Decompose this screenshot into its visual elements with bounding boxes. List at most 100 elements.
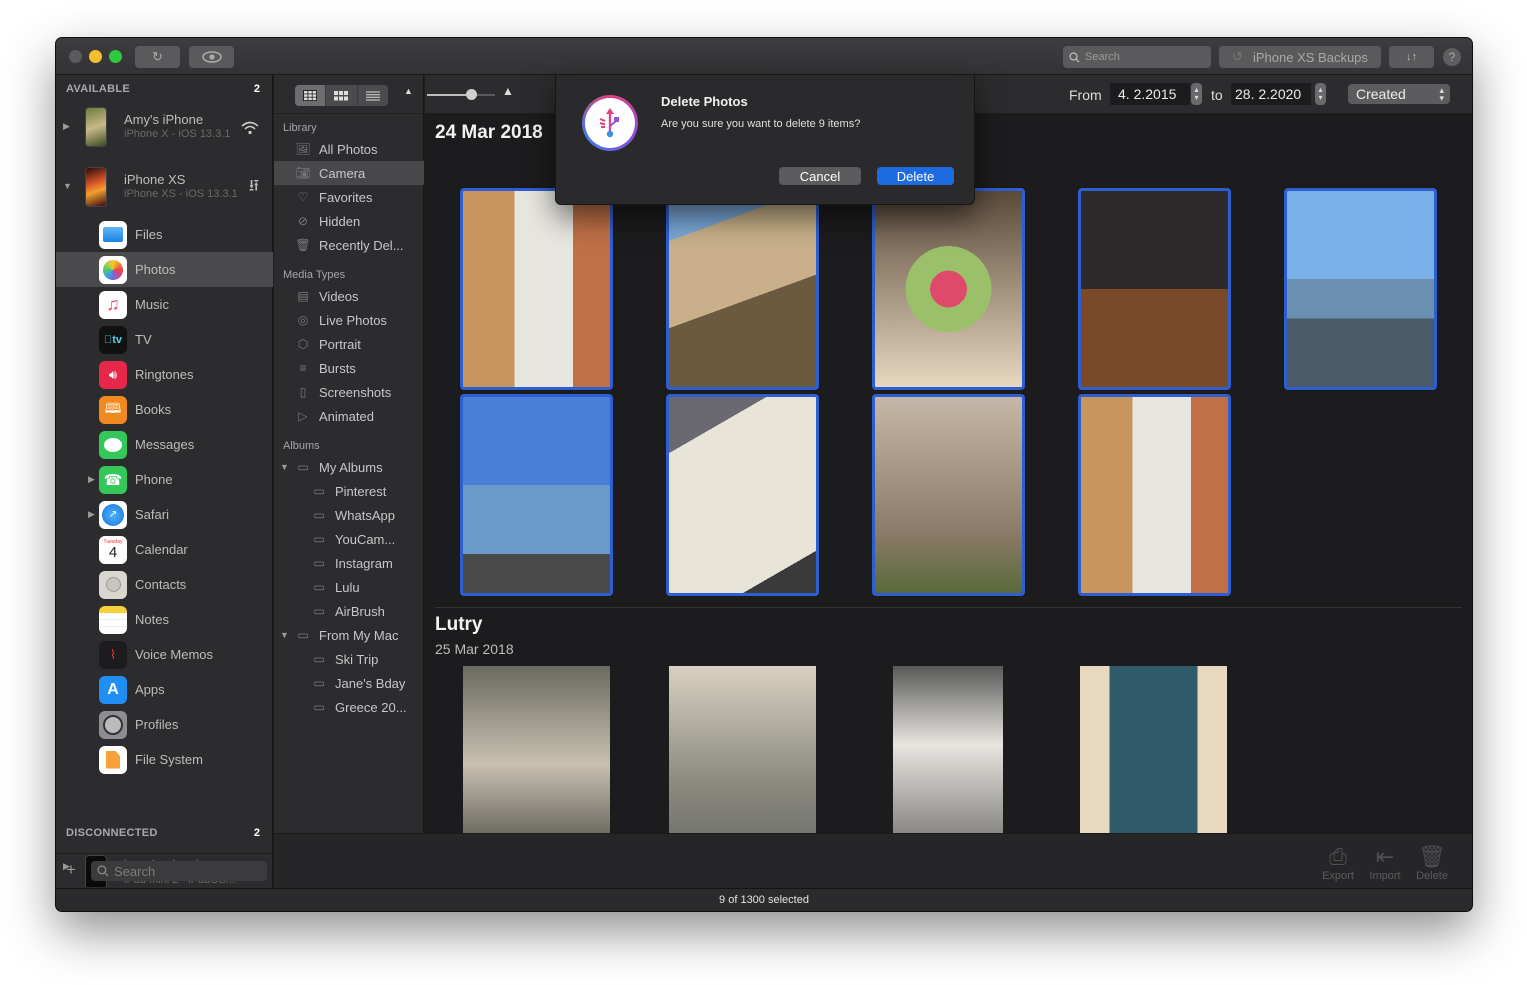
sidebar-item-files[interactable]: Files <box>56 217 273 252</box>
expand-arrow-icon[interactable]: ▶ <box>88 474 95 485</box>
preview-button[interactable] <box>189 46 234 68</box>
media-type-videos[interactable]: ▤ Videos <box>274 284 424 308</box>
photo-thumbnail[interactable] <box>460 394 613 596</box>
library-section-header: Albums <box>283 440 320 452</box>
sidebar-item-music[interactable]: ♫ Music <box>56 287 273 322</box>
photo-thumbnail[interactable] <box>463 666 610 833</box>
sidebar-item-books[interactable]: 🕮︎ Books <box>56 392 273 427</box>
device-thumbnail <box>85 167 107 207</box>
help-button[interactable]: ? <box>1443 48 1461 66</box>
media-type-animated[interactable]: ▷ Animated <box>274 404 424 428</box>
sidebar-item-notes[interactable]: Notes <box>56 602 273 637</box>
sidebar-item-photos[interactable]: Photos <box>56 252 273 287</box>
sidebar-item-ringtones[interactable]: 🔊︎ Ringtones <box>56 357 273 392</box>
video-thumbnail[interactable]: 00:07 <box>893 666 1003 833</box>
sidebar-item-profiles[interactable]: Profiles <box>56 707 273 742</box>
disclosure-triangle-icon[interactable]: ▼ <box>280 630 289 640</box>
photo-thumbnail[interactable] <box>1284 188 1437 390</box>
album-folder-from-my-mac[interactable]: ▼ ▭ From My Mac <box>274 623 424 647</box>
photo-thumbnail[interactable] <box>666 394 819 596</box>
collapse-arrow-icon[interactable]: ▼ <box>63 181 72 191</box>
to-date-stepper[interactable]: ▴ ▾ <box>1315 83 1326 105</box>
library-item-hidden[interactable]: ⊘ Hidden <box>274 209 424 233</box>
sidebar-item-messages[interactable]: Messages <box>56 427 273 462</box>
album-item[interactable]: ▭ Greece 20... <box>274 695 424 719</box>
disclosure-triangle-icon[interactable]: ▼ <box>280 462 289 472</box>
device-amys-iphone[interactable]: ▶ Amy's iPhone iPhone X - iOS 13.3.1 <box>56 103 273 153</box>
zoom-button[interactable] <box>109 50 122 63</box>
from-date-stepper[interactable]: ▴ ▾ <box>1191 83 1202 105</box>
library-item-all-photos[interactable]: 🖼︎ All Photos <box>274 137 424 161</box>
media-type-live-photos[interactable]: ◎ Live Photos <box>274 308 424 332</box>
sidebar-item-calendar[interactable]: Tuesday 4 Calendar <box>56 532 273 567</box>
small-grid-icon <box>334 90 349 100</box>
refresh-button[interactable]: ↻ <box>135 46 180 68</box>
photo-thumbnail[interactable] <box>1078 188 1231 390</box>
sidebar-search-input[interactable]: Search <box>91 861 267 881</box>
minimize-button[interactable] <box>89 50 102 63</box>
sidebar-item-apps[interactable]: A Apps <box>56 672 273 707</box>
delete-photos-dialog: Delete Photos Are you sure you want to d… <box>555 75 975 205</box>
photo-thumbnail[interactable] <box>1080 666 1227 833</box>
library-item-camera[interactable]: 📷︎ Camera <box>274 161 424 185</box>
album-item[interactable]: ▭ WhatsApp <box>274 503 424 527</box>
thumbnail-size-slider[interactable]: ▲ ▲ <box>404 75 515 114</box>
sort-select[interactable]: Created ▴ ▾ <box>1348 84 1450 104</box>
large-person-icon: ▲ <box>502 84 514 98</box>
export-button[interactable]: ⎙ Export <box>1316 844 1360 882</box>
list-icon <box>365 91 380 100</box>
album-item[interactable]: ▭ Jane's Bday <box>274 671 424 695</box>
photo-image <box>875 191 1022 387</box>
media-type-bursts[interactable]: ≡ Bursts <box>274 356 424 380</box>
sidebar-item-safari[interactable]: ▶ ↗ Safari <box>56 497 273 532</box>
media-type-portrait[interactable]: ⬡ Portrait <box>274 332 424 356</box>
import-button[interactable]: ⇤ Import <box>1363 844 1407 882</box>
library-item-favorites[interactable]: ♡ Favorites <box>274 185 424 209</box>
small-grid-view-button[interactable] <box>326 85 358 106</box>
device-subtitle: iPhone XS - iOS 13.3.1 <box>124 188 238 200</box>
delete-button[interactable]: 🗑 Delete <box>1410 844 1454 882</box>
selection-status: 9 of 1300 selected <box>719 894 809 906</box>
photo-thumbnail[interactable] <box>669 666 816 833</box>
slider-knob[interactable] <box>466 89 478 100</box>
photo-image <box>1081 397 1228 593</box>
trash-icon: 🗑︎ <box>295 238 311 252</box>
close-button[interactable] <box>69 50 82 63</box>
from-date-field[interactable]: 4. 2.2015 <box>1110 83 1190 105</box>
library-item-recently-del-[interactable]: 🗑︎ Recently Del... <box>274 233 424 257</box>
photo-thumbnail[interactable] <box>460 188 613 390</box>
delete-confirm-button[interactable]: Delete <box>877 167 954 185</box>
sidebar-item-contacts[interactable]: Contacts <box>56 567 273 602</box>
add-device-button[interactable]: + <box>66 860 76 880</box>
eye-slash-icon: ⊘ <box>297 214 309 228</box>
album-item[interactable]: ▭ Instagram <box>274 551 424 575</box>
expand-arrow-icon[interactable]: ▶ <box>63 121 70 132</box>
backups-button[interactable]: ↺ iPhone XS Backups <box>1219 46 1381 68</box>
album-item[interactable]: ▭ Pinterest <box>274 479 424 503</box>
cancel-button[interactable]: Cancel <box>779 167 861 185</box>
transfer-button[interactable]: ↓↑ <box>1389 46 1434 68</box>
album-item[interactable]: ▭ Ski Trip <box>274 647 424 671</box>
album-item[interactable]: ▭ Lulu <box>274 575 424 599</box>
album-item[interactable]: ▭ YouCam... <box>274 527 424 551</box>
photo-thumbnail[interactable] <box>666 188 819 390</box>
to-date-field[interactable]: 28. 2.2020 <box>1231 83 1311 105</box>
sidebar-item-phone[interactable]: ▶ ☎ Phone <box>56 462 273 497</box>
photo-thumbnail[interactable] <box>1078 394 1231 596</box>
sidebar-item-tv[interactable]: tv TV <box>56 322 273 357</box>
toolbar-search-input[interactable]: Search <box>1063 46 1211 68</box>
expand-arrow-icon[interactable]: ▶ <box>88 509 95 520</box>
list-view-button[interactable] <box>358 85 388 106</box>
large-grid-view-button[interactable] <box>295 85 327 106</box>
album-folder-my-albums[interactable]: ▼ ▭ My Albums <box>274 455 424 479</box>
media-type-screenshots[interactable]: ▯ Screenshots <box>274 380 424 404</box>
device-iphone-xs[interactable]: ▼ iPhone XS iPhone XS - iOS 13.3.1 ⭿ <box>56 163 273 213</box>
photos-icon <box>99 255 127 284</box>
album-item[interactable]: ▭ AirBrush <box>274 599 424 623</box>
photo-thumbnail[interactable] <box>872 394 1025 596</box>
tv-icon: tv <box>99 325 127 354</box>
photo-thumbnail[interactable] <box>872 188 1025 390</box>
sidebar-item-file-system[interactable]: File System <box>56 742 273 777</box>
sidebar-item-voice-memos[interactable]: ⌇ Voice Memos <box>56 637 273 672</box>
library-item-label: Animated <box>319 408 374 424</box>
